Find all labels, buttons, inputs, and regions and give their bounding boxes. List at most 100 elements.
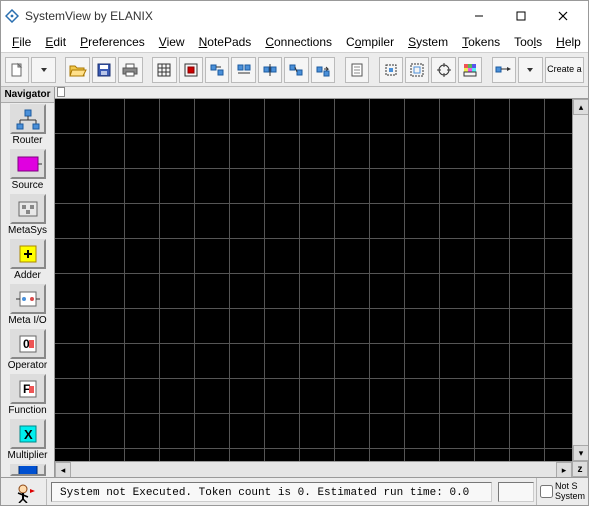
chevron-down-icon — [40, 66, 48, 74]
statusbar: System not Executed. Token count is 0. E… — [1, 477, 588, 505]
new-button[interactable] — [5, 57, 29, 83]
target-button[interactable] — [431, 57, 455, 83]
multiplier-icon: X — [10, 419, 46, 449]
align4-button[interactable] — [284, 57, 308, 83]
dropdown-button[interactable] — [31, 57, 55, 83]
app-icon — [5, 9, 19, 23]
function-icon: F — [10, 374, 46, 404]
menu-compiler[interactable]: Compiler — [339, 33, 401, 51]
nav-label: Function — [8, 405, 46, 416]
select2-button[interactable] — [405, 57, 429, 83]
menu-connections[interactable]: Connections — [258, 33, 339, 51]
folder-open-icon — [69, 62, 87, 78]
align2-button[interactable] — [231, 57, 255, 83]
align3-icon — [262, 62, 278, 78]
metasys-icon — [10, 194, 46, 224]
connect-dropdown[interactable] — [518, 57, 542, 83]
status-field — [498, 482, 534, 502]
nav-item-router[interactable]: Router — [4, 104, 52, 146]
zoom-corner[interactable]: z — [572, 461, 588, 477]
new-icon — [9, 62, 25, 78]
ruler-origin[interactable] — [57, 87, 65, 97]
scroll-track[interactable] — [573, 115, 588, 445]
nav-label: Operator — [8, 360, 47, 371]
menu-preferences[interactable]: Preferences — [73, 33, 152, 51]
titlebar: SystemView by ELANIX — [1, 1, 588, 31]
window-title: SystemView by ELANIX — [25, 9, 458, 23]
menu-edit[interactable]: Edit — [38, 33, 73, 51]
nav-item-adder[interactable]: Adder — [4, 239, 52, 281]
menu-system[interactable]: System — [401, 33, 455, 51]
print-button[interactable] — [118, 57, 142, 83]
align1-button[interactable] — [205, 57, 229, 83]
run-button[interactable] — [1, 479, 47, 505]
select-icon — [383, 62, 399, 78]
chevron-down-icon — [526, 66, 534, 74]
svg-text:X: X — [24, 427, 33, 442]
toolbar: Create a — [1, 53, 588, 87]
nav-label: Meta I/O — [8, 315, 46, 326]
open-button[interactable] — [65, 57, 89, 83]
grid-icon — [156, 62, 172, 78]
menu-tools[interactable]: Tools — [507, 33, 549, 51]
align-icon — [209, 62, 225, 78]
palette-icon — [462, 62, 478, 78]
menubar: File Edit Preferences View NotePads Conn… — [1, 31, 588, 53]
connect-icon — [495, 62, 513, 78]
grid-button[interactable] — [152, 57, 176, 83]
menu-file[interactable]: File — [5, 33, 38, 51]
nav-label: Source — [12, 180, 44, 191]
navigator-title: Navigator — [1, 87, 54, 103]
svg-text:0: 0 — [23, 337, 30, 351]
connect-button[interactable] — [492, 57, 516, 83]
run-icon — [12, 481, 36, 503]
canvas-area: ▴ ▾ ◂ ▸ z — [55, 87, 588, 477]
scroll-track[interactable] — [71, 462, 556, 477]
checkbox-label-2: System — [555, 492, 585, 502]
target-icon — [436, 62, 452, 78]
select1-button[interactable] — [379, 57, 403, 83]
align2-icon — [236, 62, 252, 78]
nav-item-multiplier[interactable]: X Multiplier — [4, 419, 52, 461]
menu-view[interactable]: View — [152, 33, 192, 51]
status-checkbox-area[interactable]: Not S System — [536, 478, 588, 505]
scroll-up-button[interactable]: ▴ — [573, 99, 588, 115]
system-checkbox[interactable] — [540, 485, 553, 498]
sink-icon — [10, 464, 46, 476]
nav-item-function[interactable]: F Function — [4, 374, 52, 416]
router-icon — [10, 104, 46, 134]
scroll-right-button[interactable]: ▸ — [556, 462, 572, 477]
scroll-left-button[interactable]: ◂ — [55, 462, 71, 477]
nav-item-operator[interactable]: 0 Operator — [4, 329, 52, 371]
save-button[interactable] — [92, 57, 116, 83]
scroll-down-button[interactable]: ▾ — [573, 445, 588, 461]
align3-button[interactable] — [258, 57, 282, 83]
nav-item-source[interactable]: Source — [4, 149, 52, 191]
nav-item-metasys[interactable]: MetaSys — [4, 194, 52, 236]
navigator-panel: Navigator Router Source MetaSys Adder — [1, 87, 55, 477]
notepad-button[interactable] — [345, 57, 369, 83]
reverse-button[interactable] — [311, 57, 335, 83]
design-canvas[interactable] — [55, 99, 572, 461]
save-icon — [96, 62, 112, 78]
maximize-button[interactable] — [500, 2, 542, 30]
create-button[interactable]: Create a — [545, 57, 584, 83]
horizontal-scrollbar[interactable]: ◂ ▸ — [55, 461, 572, 477]
create-label: Create a — [547, 65, 582, 74]
minimize-button[interactable] — [458, 2, 500, 30]
ruler-top — [55, 87, 588, 99]
nav-item-sink[interactable] — [4, 464, 52, 476]
notepad-icon — [349, 62, 365, 78]
token-button[interactable] — [179, 57, 203, 83]
menu-notepads[interactable]: NotePads — [192, 33, 259, 51]
nav-item-metaio[interactable]: Meta I/O — [4, 284, 52, 326]
select2-icon — [409, 62, 425, 78]
vertical-scrollbar[interactable]: ▴ ▾ — [572, 99, 588, 461]
palette-button[interactable] — [458, 57, 482, 83]
menu-tokens[interactable]: Tokens — [455, 33, 507, 51]
printer-icon — [121, 62, 139, 78]
metaio-icon — [10, 284, 46, 314]
source-icon — [10, 149, 46, 179]
menu-help[interactable]: Help — [549, 33, 588, 51]
close-button[interactable] — [542, 2, 584, 30]
